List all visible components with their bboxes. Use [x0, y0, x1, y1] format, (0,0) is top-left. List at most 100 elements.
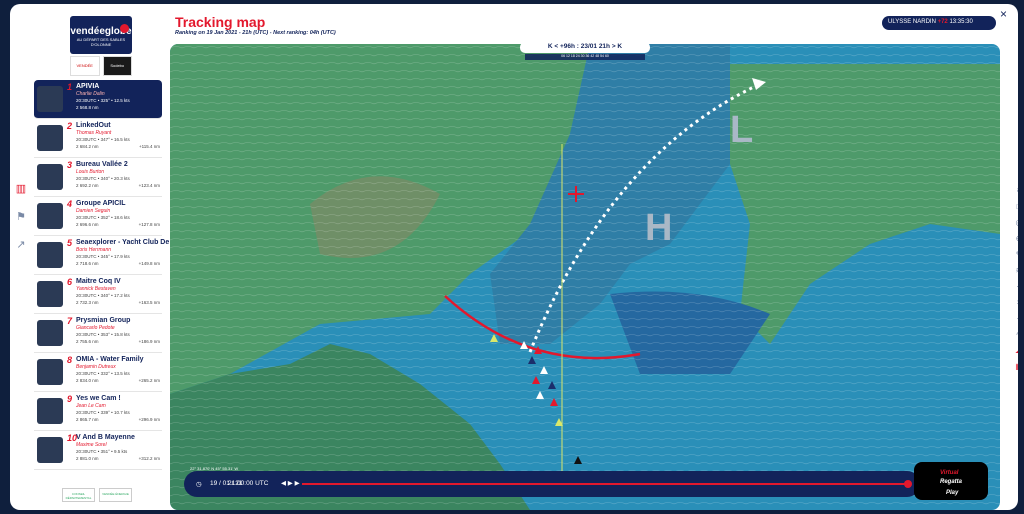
skipper-name: Yannick Bestaven	[76, 286, 116, 292]
skipper-avatar	[37, 281, 63, 307]
distance-to-leader: +149.8 nm	[138, 261, 160, 266]
close-icon[interactable]: ×	[1000, 7, 1007, 21]
replay-timeline[interactable]	[302, 483, 908, 485]
ranking-item[interactable]: 10 V And B Mayenne Maxime Sorel 20:30UTC…	[34, 431, 162, 470]
distance-to-leader: +127.8 nm	[138, 222, 160, 227]
virtual-regatta-button[interactable]: Virtual Regatta Play	[914, 462, 988, 500]
replay-player: ◷ 19 / 01 / 21 21:00:00 UTC ◀ ▶ ▶	[184, 471, 920, 497]
graph-view-icon[interactable]: ↗	[12, 238, 30, 266]
tracking-map[interactable]: H L	[170, 44, 1000, 510]
skip-back-icon[interactable]: K <	[548, 43, 558, 50]
distance-to-leader: +123.4 nm	[138, 183, 160, 188]
logo-dot-icon	[120, 24, 129, 33]
map-view-icon[interactable]: ▥	[12, 182, 30, 210]
ranking-item[interactable]: 5 Seaexplorer - Yacht Club De Monaco Bor…	[34, 236, 198, 275]
page-title: Tracking map	[175, 14, 266, 30]
zoom-in-icon[interactable]: +	[1012, 282, 1018, 298]
ulysse-brand: ULYSSE NARDIN	[888, 19, 936, 25]
boat-name: APIVIA	[76, 83, 100, 90]
timeline-knob[interactable]	[904, 480, 912, 488]
ranking-item[interactable]: 2 LinkedOut Thomas Ruyant 20:30UTC • 347…	[34, 119, 162, 158]
ranking-item[interactable]: 1 APIVIA Charlie Dalin 20:30UTC • 325° •…	[34, 80, 162, 119]
countdown-time: 13:35:30	[949, 19, 973, 25]
distance-to-finish: 2 834.0 nm	[76, 378, 99, 383]
boat-name: LinkedOut	[76, 122, 111, 129]
boat-stats: 20:30UTC • 347° • 16.5 kts	[76, 137, 130, 142]
waves-icon[interactable]: ∿	[1012, 330, 1018, 346]
skipper-name: Thomas Ruyant	[76, 130, 112, 136]
sponsor-vendee: VENDÉE	[70, 56, 100, 76]
ranking-item[interactable]: 3 Bureau Vallée 2 Louis Burton 20:30UTC …	[34, 158, 162, 197]
sponsor-sodebo: Sodebo	[102, 56, 132, 76]
skipper-avatar	[37, 242, 63, 268]
skipper-name: Benjamin Dutreux	[76, 364, 116, 370]
grid-icon[interactable]: ▦	[1012, 362, 1018, 378]
rank: 2	[67, 121, 73, 131]
boat-stats: 20:30UTC • 325° • 12.5 kts	[76, 98, 130, 103]
distance-to-finish: 2 755.6 nm	[76, 339, 99, 344]
distance-to-leader: +115.4 nm	[138, 144, 160, 149]
vr-line1: Virtual	[940, 470, 959, 476]
ranking-item[interactable]: 9 Yes we Cam ! Jean Le Cam 20:30UTC • 33…	[34, 392, 162, 431]
center-icon[interactable]: ⊕	[1012, 234, 1018, 250]
high-pressure-label: H	[645, 207, 672, 249]
ranking-item[interactable]: 7 Prysmian Group Giancarlo Pedote 20:30U…	[34, 314, 162, 353]
skip-forward-icon[interactable]: > K	[612, 43, 622, 50]
vendee-globe-logo[interactable]: vendéeglobe AU DÉPART DES SABLES D'OLONN…	[70, 16, 132, 54]
rank: 6	[67, 277, 73, 287]
rank: 7	[67, 316, 73, 326]
forecast-time-selector[interactable]: K < +96h : 23/01 21h > K	[520, 42, 650, 53]
footer-logos: CONSEIL DÉPARTEMENTAL VENDÉE ÉNERGIE	[62, 488, 132, 502]
boat-name: Bureau Vallée 2	[76, 161, 128, 168]
skipper-name: Jean Le Cam	[76, 403, 106, 409]
rank: 9	[67, 394, 73, 404]
playback-buttons[interactable]: ◀ ▶ ▶	[281, 479, 300, 487]
measure-icon[interactable]: ✎	[1012, 250, 1018, 266]
calendar-icon[interactable]: ◷	[196, 480, 202, 488]
ranking-item[interactable]: 6 Maitre Coq IV Yannick Bestaven 20:30UT…	[34, 275, 162, 314]
skipper-avatar	[37, 359, 63, 385]
skipper-name: Louis Burton	[76, 169, 105, 175]
countdown-prefix: +72	[937, 19, 948, 25]
rank: 1	[67, 82, 73, 92]
boat-name: V And B Mayenne	[76, 434, 135, 441]
ranking-timestamp: Ranking on 19 Jan 2021 - 21h (UTC) - Nex…	[175, 30, 336, 36]
skipper-avatar	[37, 398, 63, 424]
boat-stats: 20:30UTC • 340° • 20.3 kts	[76, 176, 130, 181]
ranking-view-icon[interactable]: ⚑	[12, 210, 30, 238]
distance-to-finish: 2 684.2 nm	[76, 144, 99, 149]
zoom-out-icon[interactable]: −	[1012, 314, 1018, 330]
distance-to-finish: 2 732.3 nm	[76, 300, 99, 305]
low-pressure-label: L	[730, 109, 753, 151]
boat-stats: 20:30UTC • 340° • 17.2 kts	[76, 293, 130, 298]
ulysse-nardin-countdown[interactable]: ULYSSE NARDIN +72 13:35:30	[882, 16, 996, 30]
layers-icon[interactable]: ≡	[1012, 186, 1018, 202]
footer-logo-departement: CONSEIL DÉPARTEMENTAL	[62, 488, 95, 502]
skipper-name: Maxime Sorel	[76, 442, 107, 448]
weather-icon[interactable]: ☁	[1012, 346, 1018, 362]
close-layer-icon[interactable]: ×	[1012, 298, 1018, 314]
boat-name: Yes we Cam !	[76, 395, 121, 402]
skipper-name: Giancarlo Pedote	[76, 325, 115, 331]
distance-to-finish: 2 696.6 nm	[76, 222, 99, 227]
ranking-item[interactable]: 8 OMIA - Water Family Benjamin Dutreux 2…	[34, 353, 162, 392]
skipper-avatar	[37, 125, 63, 151]
skipper-name: Damien Seguin	[76, 208, 111, 214]
ranking-item[interactable]: 4 Groupe APICIL Damien Seguin 20:30UTC •…	[34, 197, 162, 236]
boat-stats: 20:30UTC • 353° • 15.8 kts	[76, 332, 130, 337]
boat-name: Groupe APICIL	[76, 200, 126, 207]
skipper-avatar	[37, 86, 63, 112]
boat-stats: 20:30UTC • 345° • 17.9 kts	[76, 254, 130, 259]
right-toolbar: ≡ □ ◎ ⊕ ✎ ≋ + × − ∿ ☁ ▦	[1012, 186, 1018, 378]
rank: 8	[67, 355, 73, 365]
wind-icon[interactable]: ≋	[1012, 266, 1018, 282]
skipper-name: Charlie Dalin	[76, 91, 105, 97]
rank: 4	[67, 199, 73, 209]
fullscreen-icon[interactable]: □	[1012, 202, 1018, 218]
forecast-time: +96h : 23/01 21h	[559, 43, 611, 50]
target-icon[interactable]: ◎	[1012, 218, 1019, 234]
footer-logo-vendee-energie: VENDÉE ÉNERGIE	[99, 488, 132, 502]
distance-to-leader: +265.2 nm	[138, 378, 160, 383]
boat-stats: 20:30UTC • 352° • 18.6 kts	[76, 215, 130, 220]
skipper-avatar	[37, 164, 63, 190]
